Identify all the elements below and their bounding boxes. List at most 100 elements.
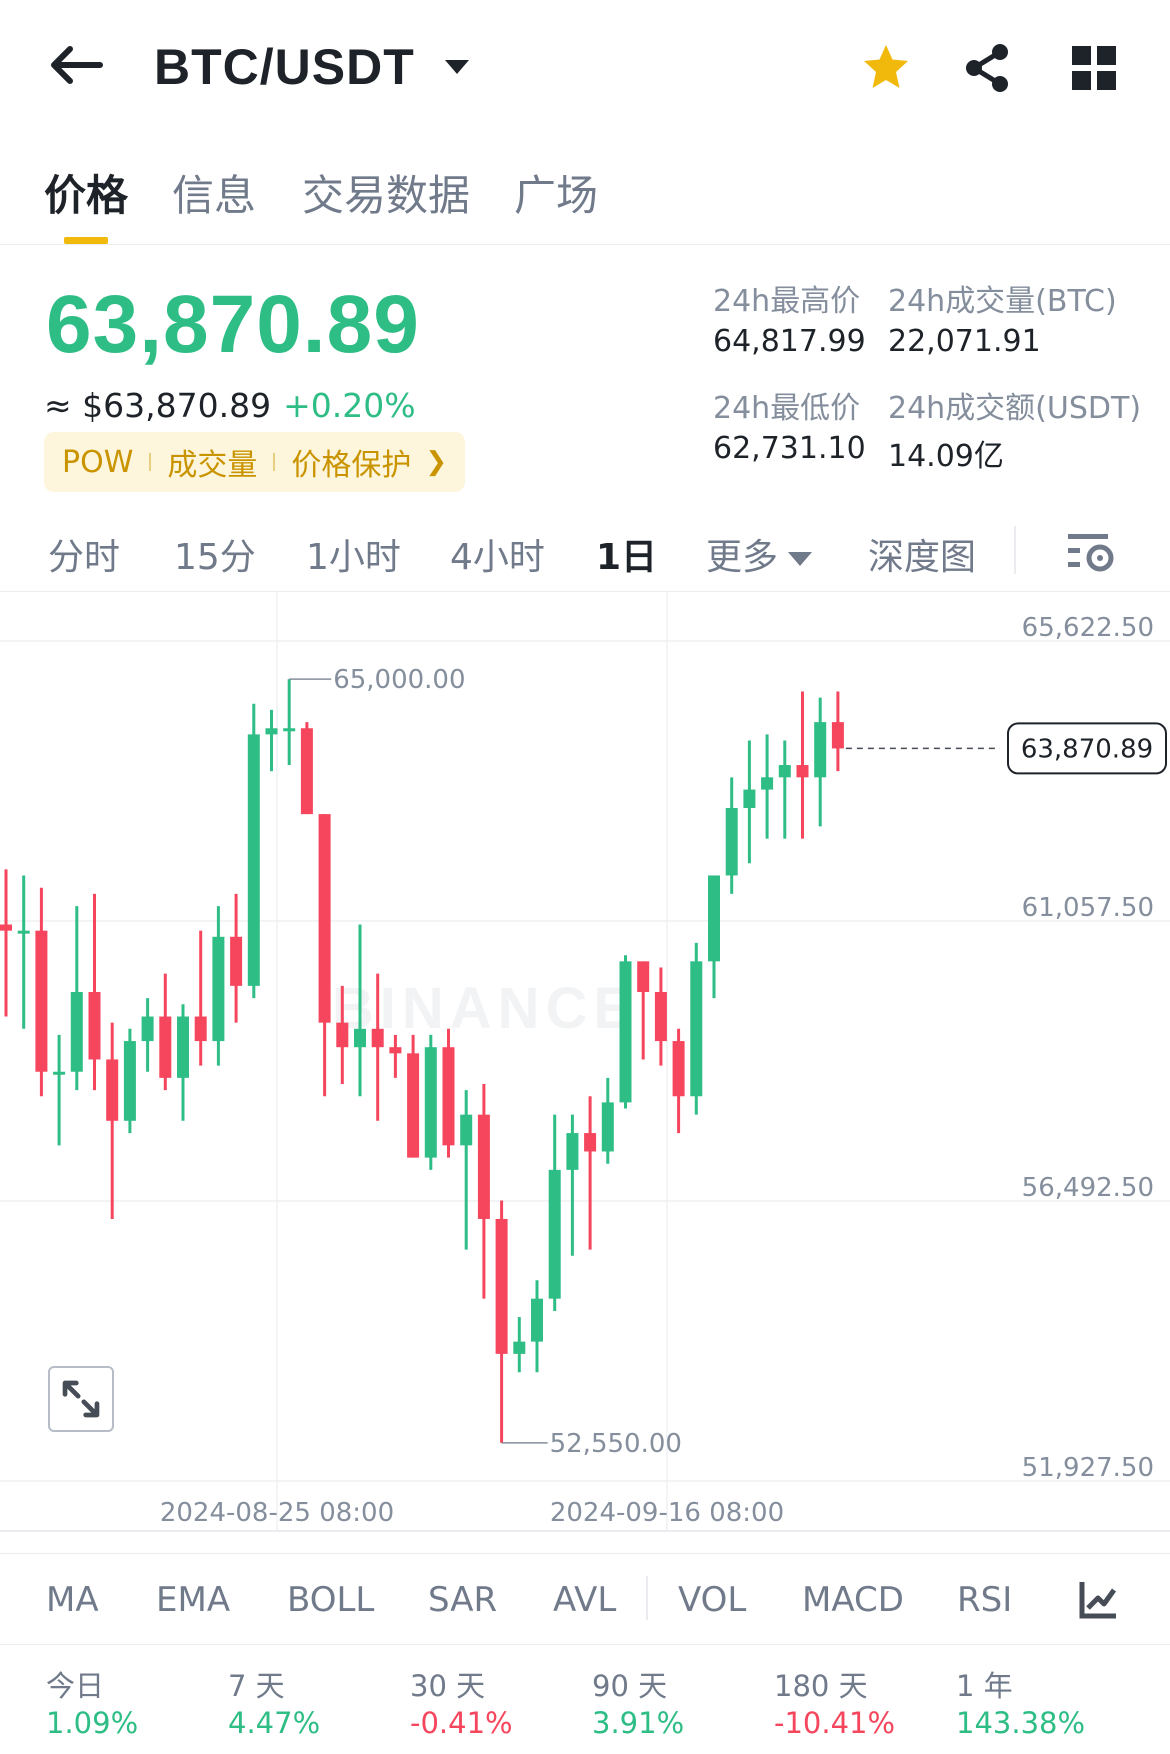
- candle-body: [17, 930, 30, 934]
- pair-title[interactable]: BTC/USDT: [154, 38, 415, 96]
- candle-body: [265, 728, 278, 735]
- x-tick-label: 2024-08-25 08:00: [160, 1498, 394, 1528]
- tab-price[interactable]: 价格: [44, 162, 128, 223]
- candle-body: [548, 1169, 561, 1299]
- candle-body: [601, 1102, 614, 1152]
- divider: [1014, 526, 1016, 574]
- candle-body: [230, 936, 243, 986]
- tag-pow: POW: [62, 444, 134, 480]
- candle-body: [407, 1053, 420, 1158]
- candle-body: [654, 991, 667, 1042]
- candle-body: [531, 1298, 543, 1342]
- depth-chart-tab[interactable]: 深度图: [868, 528, 976, 580]
- indicator-settings-chart-icon[interactable]: [1074, 1576, 1122, 1624]
- divider: [646, 1576, 648, 1620]
- y-tick-label: 51,927.50: [1022, 1453, 1154, 1483]
- candle-body: [336, 1022, 349, 1048]
- candle-body: [53, 1071, 66, 1075]
- indicator-ma[interactable]: MA: [46, 1580, 99, 1620]
- interval-time-share[interactable]: 分时: [48, 528, 120, 580]
- perf-value-30d: -0.41%: [410, 1706, 513, 1740]
- share-icon[interactable]: [960, 40, 1016, 96]
- candle-body: [0, 924, 12, 931]
- interval-more[interactable]: 更多: [706, 528, 813, 580]
- candle-body: [141, 1016, 154, 1042]
- candle-body: [708, 875, 720, 962]
- interval-1d[interactable]: 1日: [596, 528, 657, 580]
- low-marker-label: 52,550.00: [550, 1429, 682, 1459]
- candle-body: [371, 1028, 384, 1048]
- candle-body: [477, 1114, 490, 1219]
- stat-volume-btc-label: 24h成交量(BTC): [888, 284, 1117, 319]
- perf-label-1y: 1 年: [956, 1669, 1013, 1703]
- y-tick-label: 65,622.50: [1022, 613, 1154, 643]
- candle-body: [354, 1028, 366, 1048]
- candle-body: [495, 1218, 508, 1354]
- candle-body: [761, 777, 774, 790]
- stat-high-label: 24h最高价: [713, 284, 861, 319]
- candle-body: [743, 789, 756, 808]
- indicator-boll[interactable]: BOLL: [287, 1580, 374, 1620]
- candle-body: [831, 722, 844, 749]
- interval-1h[interactable]: 1小时: [306, 528, 401, 580]
- interval-15m[interactable]: 15分: [174, 528, 256, 580]
- perf-label-180d: 180 天: [774, 1669, 868, 1703]
- candle-body: [35, 930, 48, 1072]
- candle-body: [318, 814, 331, 1023]
- perf-value-today: 1.09%: [46, 1706, 139, 1740]
- grid-menu-icon[interactable]: [1066, 40, 1122, 96]
- fullscreen-expand-icon[interactable]: [48, 1366, 114, 1432]
- tab-info[interactable]: 信息: [172, 162, 256, 223]
- chevron-right-icon: ❯: [425, 447, 448, 477]
- y-tick-label: 61,057.50: [1022, 893, 1154, 923]
- interval-more-label: 更多: [706, 537, 779, 578]
- tag-volume: 成交量: [167, 448, 258, 483]
- back-arrow-icon[interactable]: [40, 40, 110, 90]
- tab-square[interactable]: 广场: [514, 162, 598, 223]
- stat-low-label: 24h最低价: [713, 391, 861, 426]
- x-tick-label: 2024-09-16 08:00: [550, 1498, 784, 1528]
- stat-volume-btc-value: 22,071.91: [888, 324, 1041, 359]
- perf-label-today: 今日: [46, 1669, 105, 1703]
- candle-body: [389, 1047, 402, 1054]
- stat-volume-usdt-value: 14.09亿: [888, 439, 1004, 474]
- indicator-avl[interactable]: AVL: [553, 1580, 616, 1620]
- caret-down-icon: [788, 552, 813, 566]
- perf-value-90d: 3.91%: [592, 1706, 685, 1740]
- caret-down-icon[interactable]: [442, 55, 472, 79]
- candle-body: [513, 1341, 526, 1354]
- perf-value-180d: -10.41%: [774, 1706, 896, 1740]
- candle-body: [424, 1047, 437, 1158]
- price-chart[interactable]: BINANCE 65,000.0052,550.0063,870.89 65,6…: [0, 592, 1170, 1532]
- candle-body: [442, 1047, 455, 1146]
- perf-label-90d: 90 天: [592, 1669, 668, 1703]
- candle-body: [159, 1016, 172, 1078]
- fiat-price-line: ≈ $63,870.89 +0.20%: [44, 386, 416, 425]
- candle-body: [725, 807, 738, 876]
- detail-tabs: 价格 信息 交易数据 广场: [0, 140, 1170, 245]
- stat-high-value: 64,817.99: [713, 324, 866, 359]
- high-marker-label: 65,000.00: [333, 665, 465, 695]
- indicator-macd[interactable]: MACD: [802, 1580, 904, 1620]
- candle-body: [460, 1114, 473, 1146]
- candle-body: [672, 1041, 685, 1097]
- stat-volume-usdt-label: 24h成交额(USDT): [888, 391, 1142, 426]
- indicator-ema[interactable]: EMA: [156, 1580, 230, 1620]
- indicator-sar[interactable]: SAR: [428, 1580, 497, 1620]
- y-tick-label: 56,492.50: [1022, 1173, 1154, 1203]
- top-bar: BTC/USDT: [0, 0, 1170, 135]
- annotations-group: 65,000.00 52,550.00 63,870.89: [289, 665, 1167, 1459]
- candle-body: [177, 1016, 189, 1078]
- active-tab-indicator: [64, 237, 108, 244]
- star-icon[interactable]: [858, 40, 914, 96]
- tag-strip[interactable]: POW 成交量 价格保护 ❯: [44, 432, 466, 492]
- chart-settings-icon[interactable]: [1066, 528, 1118, 576]
- indicator-rsi[interactable]: RSI: [957, 1580, 1012, 1620]
- tab-trading-data[interactable]: 交易数据: [302, 162, 470, 223]
- perf-label-7d: 7 天: [228, 1669, 285, 1703]
- candle-body: [212, 936, 225, 1042]
- indicator-vol[interactable]: VOL: [678, 1580, 746, 1620]
- interval-4h[interactable]: 4小时: [450, 528, 545, 580]
- tag-separator: [149, 453, 152, 471]
- tag-separator: [273, 453, 276, 471]
